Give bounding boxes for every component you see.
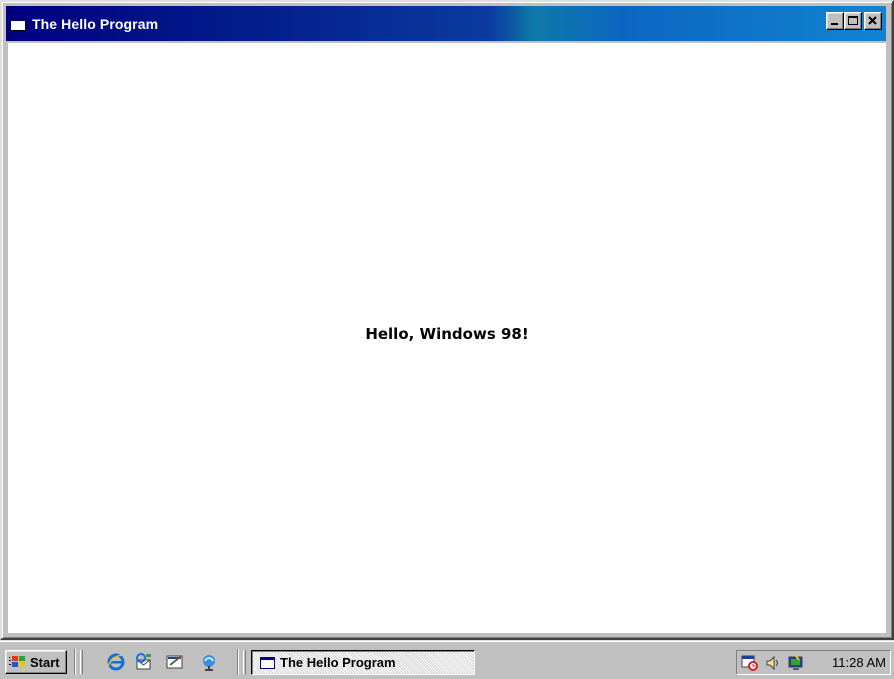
hello-message: Hello, Windows 98!	[365, 325, 529, 343]
app-window: The Hello Program Hello, Windows 98!	[0, 0, 894, 640]
internet-explorer-icon[interactable]	[105, 652, 127, 672]
taskbar: Start The Hello Program 11:28 AM	[0, 640, 894, 679]
start-button[interactable]: Start	[5, 650, 67, 674]
scheduler-icon[interactable]	[740, 654, 760, 672]
client-area: Hello, Windows 98!	[8, 43, 886, 633]
clock[interactable]: 11:28 AM	[832, 655, 886, 670]
task-button-hello-program[interactable]: The Hello Program	[251, 650, 475, 675]
toolbar-grip[interactable]	[80, 650, 83, 674]
window-title: The Hello Program	[32, 15, 159, 32]
windows-logo-icon	[9, 656, 25, 667]
channels-icon[interactable]	[198, 652, 220, 672]
show-desktop-icon[interactable]	[164, 652, 186, 672]
minimize-button[interactable]	[826, 12, 844, 30]
window-controls	[826, 12, 882, 30]
window-icon	[260, 656, 275, 669]
title-bar[interactable]: The Hello Program	[6, 6, 886, 41]
taskbar-separator	[74, 649, 76, 675]
taskbar-separator	[237, 649, 239, 675]
window-icon[interactable]	[10, 16, 26, 31]
desktop: The Hello Program Hello, Windows 98! Sta…	[0, 0, 894, 679]
toolbar-grip[interactable]	[243, 650, 246, 674]
start-label: Start	[30, 654, 60, 670]
minimize-icon	[831, 23, 838, 25]
monitor-icon[interactable]	[786, 654, 806, 672]
close-icon	[868, 16, 877, 25]
outlook-express-icon[interactable]	[133, 652, 155, 672]
task-label: The Hello Program	[280, 655, 396, 670]
system-tray: 11:28 AM	[736, 650, 891, 675]
maximize-icon	[848, 16, 858, 25]
maximize-button[interactable]	[844, 12, 862, 30]
close-button[interactable]	[864, 12, 882, 30]
volume-icon[interactable]	[763, 654, 783, 672]
